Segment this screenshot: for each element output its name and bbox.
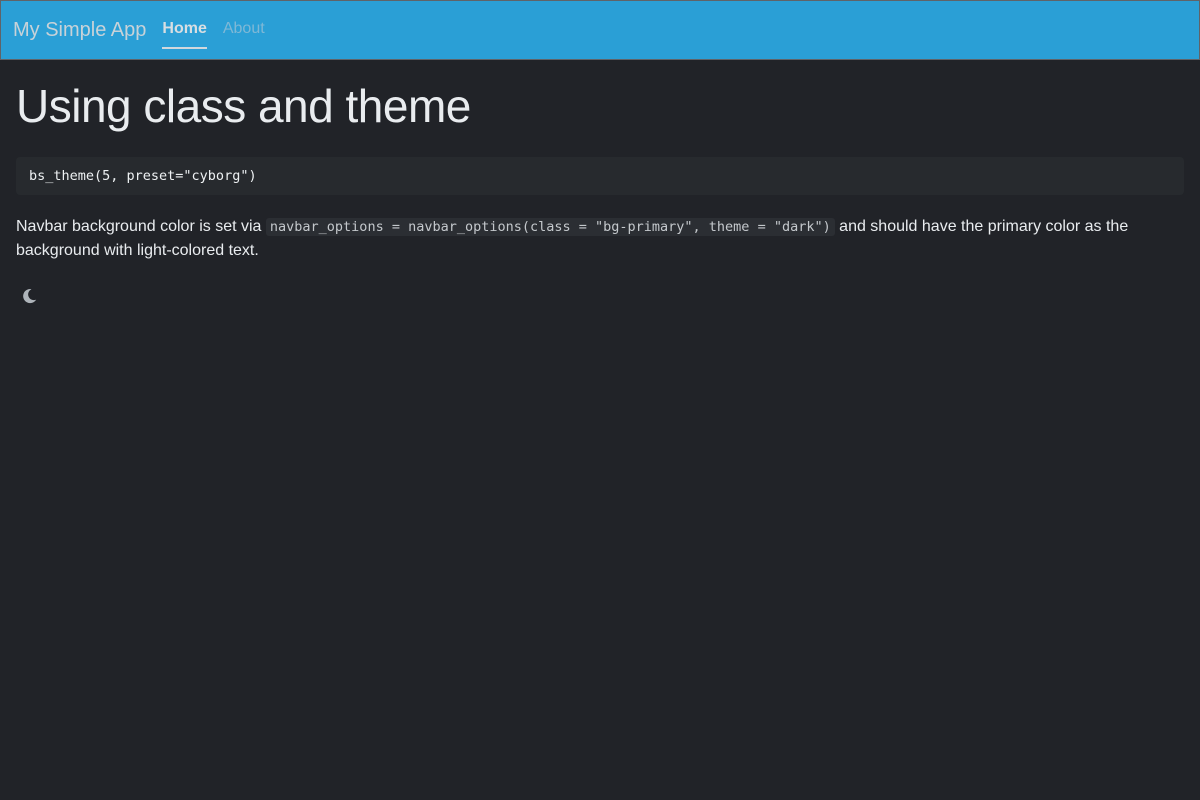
main-content: Using class and theme bs_theme(5, preset… xyxy=(16,78,1184,309)
nav-link-home[interactable]: Home xyxy=(162,20,208,49)
navbar-brand[interactable]: My Simple App xyxy=(13,19,146,42)
description-text-before: Navbar background color is set via xyxy=(16,218,266,235)
description-paragraph: Navbar background color is set via navba… xyxy=(16,215,1184,263)
navbar: My Simple App Home About xyxy=(0,0,1200,60)
code-block: bs_theme(5, preset="cyborg") xyxy=(16,157,1184,195)
theme-toggle-button[interactable] xyxy=(16,283,42,309)
inline-code: navbar_options = navbar_options(class = … xyxy=(265,218,835,236)
page-title: Using class and theme xyxy=(16,80,471,132)
moon-icon xyxy=(23,289,37,304)
nav-link-about[interactable]: About xyxy=(223,20,265,40)
